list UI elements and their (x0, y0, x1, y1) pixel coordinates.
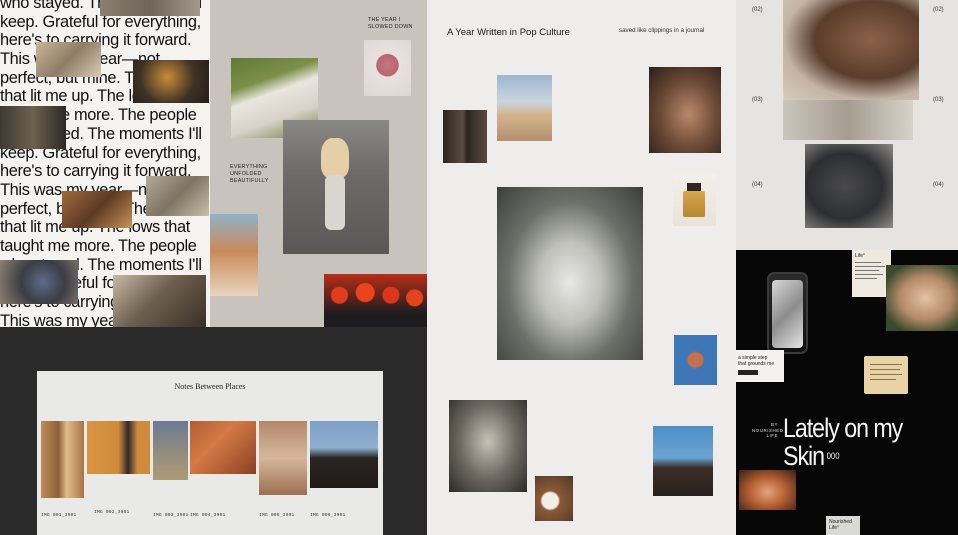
photo-woman-smiling (449, 400, 527, 492)
photo-coffee-cup (62, 191, 132, 228)
number-02-right: (02) (933, 7, 944, 13)
photo-woman-portrait (649, 67, 721, 153)
life-label: Life° (855, 253, 866, 259)
photo-perfume-bottle (673, 174, 716, 226)
photo-writing-hands (36, 42, 101, 77)
photo-person-bag (113, 275, 206, 327)
photo-window-wall (190, 421, 256, 474)
number-04-right: (04) (933, 182, 944, 188)
caption-6: IMG 006_3901 (310, 513, 346, 518)
skincare-panel: Life° a simple step that grounds me BY N… (736, 250, 958, 535)
photo-chair-sunlight (146, 176, 209, 216)
text-collage-panel: who stayed. The moments I'llkeep. Gratef… (0, 0, 210, 327)
headline-line1: Lately on my (783, 413, 903, 443)
photo-tomatoes (324, 274, 427, 327)
photo-beach-drink (210, 214, 258, 296)
pop-culture-panel: A Year Written in Pop Culture saved like… (427, 0, 736, 535)
text-line: taught me more. The people (0, 236, 197, 255)
number-02-left: (02) (752, 7, 763, 13)
photo-arches (41, 421, 84, 498)
photo-white-lily (497, 187, 643, 360)
notes-title: Notes Between Places (174, 382, 246, 391)
brand-label: BY NOURISHED LIFE (752, 422, 783, 439)
photo-cafe-table (805, 144, 893, 228)
photo-cafe-interior (0, 106, 66, 149)
photo-table-flatlay (100, 0, 200, 16)
label-everything: EVERYTHING (230, 164, 268, 170)
label-year-line2: SLOWED DOWN (368, 24, 413, 30)
photo-drinks-table (133, 60, 209, 103)
number-03-left: (03) (752, 97, 763, 103)
card-text-line2: that grounds me (738, 361, 775, 367)
nourished-life-tag: Nourished Life° (826, 516, 860, 535)
label-unfolded: UNFOLDED (230, 171, 262, 177)
number-04-left: (04) (752, 182, 763, 188)
headline-suffix: 000 (826, 451, 840, 461)
photo-legs-sandals (259, 421, 307, 495)
caption-3: IMG 003_3901 (153, 513, 189, 518)
product-note-card (864, 356, 908, 394)
photo-smoothie-glass (364, 40, 411, 96)
photo-blueberry-bowl (0, 260, 78, 304)
photo-hand-pen (783, 100, 913, 140)
photo-man-blue-sky (653, 426, 713, 496)
caption-2: IMG 002_3901 (94, 510, 130, 515)
photo-two-people (443, 110, 487, 163)
photo-man-camera (310, 421, 378, 488)
notes-card: Notes Between Places IMG 001_3901 IMG 00… (37, 371, 383, 535)
photo-man-orange-wall (87, 421, 150, 474)
caption-5: IMG 005_3901 (259, 513, 295, 518)
photo-woman-redhead (739, 470, 796, 510)
photo-coffee-saucer (535, 476, 573, 521)
phone-mockup (767, 272, 808, 354)
caption-4: IMG 004_3901 (190, 513, 226, 518)
simple-step-card: a simple step that grounds me (736, 350, 784, 382)
brand-life: LIFE (766, 433, 778, 438)
photo-bird-flying (674, 335, 717, 385)
tag-text: Nourished Life° (829, 519, 852, 531)
numbered-gallery-panel: (02) (02) (03) (03) (04) (04) (736, 0, 958, 250)
photo-street-walker (153, 421, 188, 480)
number-03-right: (03) (933, 97, 944, 103)
pop-culture-subtitle: saved like clippings in a journal (619, 27, 705, 34)
label-year-line1: THE YEAR I (368, 17, 401, 23)
text-line: here's to carrying it forward. (0, 31, 192, 50)
skin-headline: Lately on my Skin 000 (783, 413, 903, 471)
photo-woman-walking (283, 120, 389, 254)
headline-line2: Skin (783, 441, 825, 471)
label-beautifully: BEAUTIFULLY (230, 178, 269, 184)
photo-woman-shoulder (783, 0, 919, 100)
photo-man-sky (497, 75, 552, 141)
photo-woman-eyes-closed (886, 265, 958, 331)
caption-1: IMG 001_3901 (41, 513, 77, 518)
tag-life: Life° (829, 525, 840, 531)
notes-panel: Notes Between Places IMG 001_3901 IMG 00… (0, 327, 427, 535)
beige-moodboard-panel: THE YEAR I SLOWED DOWN EVERYTHING UNFOLD… (210, 0, 427, 327)
pop-culture-title: A Year Written in Pop Culture (447, 27, 570, 38)
